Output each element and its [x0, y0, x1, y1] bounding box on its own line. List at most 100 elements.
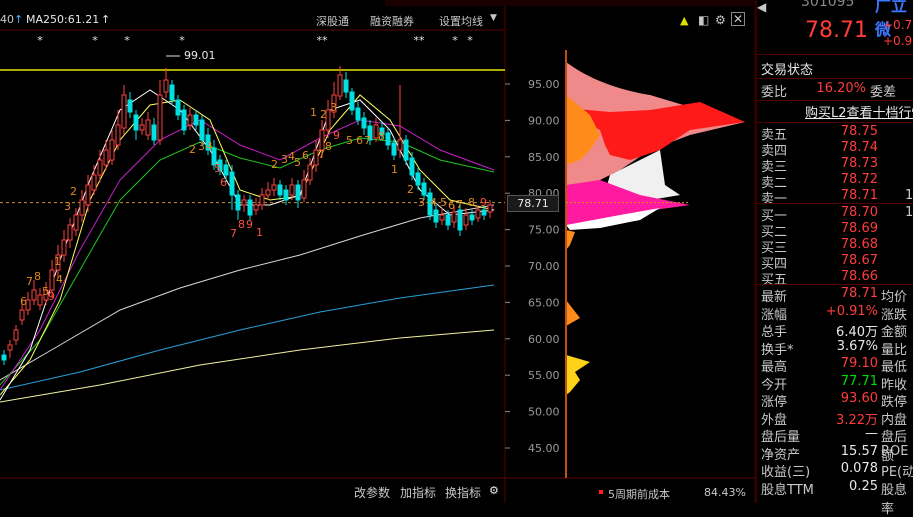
settings-gear-icon[interactable]: ⚙ — [489, 484, 499, 497]
candle-body — [241, 199, 247, 206]
row-value: 3.22万 — [836, 412, 878, 428]
candle-body — [469, 214, 475, 221]
td-count-label: 5 — [294, 156, 301, 169]
td-count-label: 8 — [468, 196, 475, 209]
row-label: 最新 — [761, 290, 788, 305]
candle-body — [109, 139, 115, 161]
ma250-label: MA250:61.21 — [26, 13, 100, 26]
candle-body — [49, 269, 55, 291]
candle-body — [229, 171, 235, 196]
row-label2: PE(动) — [881, 465, 913, 480]
td-count-label: 2 — [271, 158, 278, 171]
webi-row: 委比 16.20% 委差 — [761, 81, 897, 100]
candle-body — [457, 209, 463, 231]
candle-body — [13, 329, 19, 341]
candle-body — [139, 124, 145, 131]
signal-marker: * — [124, 34, 130, 47]
close-icon[interactable]: ✕ — [731, 12, 745, 26]
chip-profile-lower2 — [566, 300, 580, 326]
stat-row: 总手 6.40万 金额 — [757, 321, 913, 340]
candle-body — [175, 99, 181, 116]
l2-link[interactable]: 购买L2查看十档行情 — [805, 102, 913, 121]
chip-profile-lower1 — [566, 230, 575, 250]
candle-body — [61, 239, 67, 256]
candle-body — [157, 94, 163, 141]
candle-body — [289, 184, 295, 196]
y-tick-label: 70.00 — [528, 260, 560, 273]
row-label2: 金额 — [881, 325, 908, 340]
row-label: 外盘 — [761, 412, 788, 428]
edit-params-button[interactable]: 改参数 — [354, 484, 390, 501]
current-price: 78.71 — [805, 18, 868, 43]
change-indicator-button[interactable]: 换指标 — [445, 484, 481, 501]
ma10-line — [0, 94, 495, 396]
td-count-label: 1 — [310, 106, 317, 119]
arrow-up-icon[interactable]: ▲ — [680, 14, 688, 27]
candle-body — [247, 199, 253, 216]
td-count-label: 4 — [206, 140, 213, 153]
candle-body — [253, 204, 259, 211]
candle-body — [151, 124, 157, 141]
row-value: 78.66 — [840, 269, 878, 284]
settings-icon[interactable]: ⚙ — [715, 13, 726, 27]
y-tick-label: 60.00 — [528, 333, 560, 346]
ma60-line — [0, 204, 495, 381]
candle-body — [415, 172, 421, 186]
row-label: 涨幅 — [761, 307, 788, 323]
candle-body — [475, 209, 481, 219]
top-tab-strip — [385, 0, 755, 6]
add-indicator-button[interactable]: 加指标 — [400, 484, 436, 501]
stat-row: 股息TTM 0.25 股息率 — [757, 479, 913, 517]
y-tick-label: 45.00 — [528, 442, 560, 455]
candle-body — [349, 91, 355, 111]
up-arrow-icon: ↑ — [101, 13, 111, 26]
td-count-label: 9 — [480, 196, 487, 209]
td-count-label: 1 — [391, 163, 398, 176]
row-label2: 内盘 — [881, 412, 908, 428]
row-volume: 1 — [905, 205, 913, 220]
chip-percent: 84.43% — [704, 486, 746, 499]
candle-body — [445, 214, 451, 226]
panel-toggle-icon[interactable]: ◧ — [698, 13, 709, 27]
y-tick-label: 90.00 — [528, 114, 560, 127]
stat-row: 收益(三) 0.078PE(动) — [757, 461, 913, 480]
candle-body — [463, 214, 469, 226]
candle-body — [301, 179, 307, 199]
candle-body — [277, 184, 283, 196]
ma-prefix: 40 — [0, 13, 14, 26]
candle-body — [451, 211, 457, 223]
candle-body — [79, 199, 85, 216]
row-value: 78.67 — [840, 253, 878, 268]
td-count-label: 8 — [325, 140, 332, 153]
candle-body — [73, 214, 79, 231]
row-label2: 跌停 — [881, 395, 908, 410]
row-label: 净资产 — [761, 447, 801, 463]
row-label: 涨停 — [761, 395, 788, 410]
candle-body — [421, 182, 427, 196]
candle-body — [433, 209, 439, 223]
candle-body — [271, 184, 277, 191]
row-value: 78.70 — [840, 205, 878, 220]
row-label2: 最低 — [881, 360, 908, 375]
row-value: +0.91% — [825, 303, 878, 319]
td-count-label: 8 — [238, 218, 245, 231]
stat-row: 最高 79.10 最低 — [757, 356, 913, 375]
tab-ma-settings[interactable]: 设置均线 — [439, 13, 483, 29]
legend-red-square-icon — [599, 490, 603, 494]
tab-shengutong[interactable]: 深股通 — [316, 13, 349, 29]
row-label2: 昨收 — [881, 377, 908, 393]
td-count-label: 7 — [230, 227, 237, 240]
row-value: 78.72 — [840, 172, 878, 187]
signal-marker: ** — [317, 34, 329, 47]
quote-panel: ◀ 301095 广立微 78.71 +0.7 +0.9 交易状态 委比 16.… — [756, 0, 913, 517]
tab-rongzi[interactable]: 融资融券 — [370, 13, 414, 29]
candle-body — [1, 354, 7, 361]
td-count-label: 7 — [456, 198, 463, 211]
row-value: 79.10 — [840, 356, 878, 371]
back-arrow-icon[interactable]: ◀ — [757, 0, 769, 20]
td-count-label: 9 — [246, 218, 253, 231]
td-count-label: 8 — [34, 270, 41, 283]
chevron-down-icon[interactable]: ▼ — [490, 13, 497, 23]
candle-body — [133, 114, 139, 131]
td-count-label: 1 — [54, 255, 61, 268]
